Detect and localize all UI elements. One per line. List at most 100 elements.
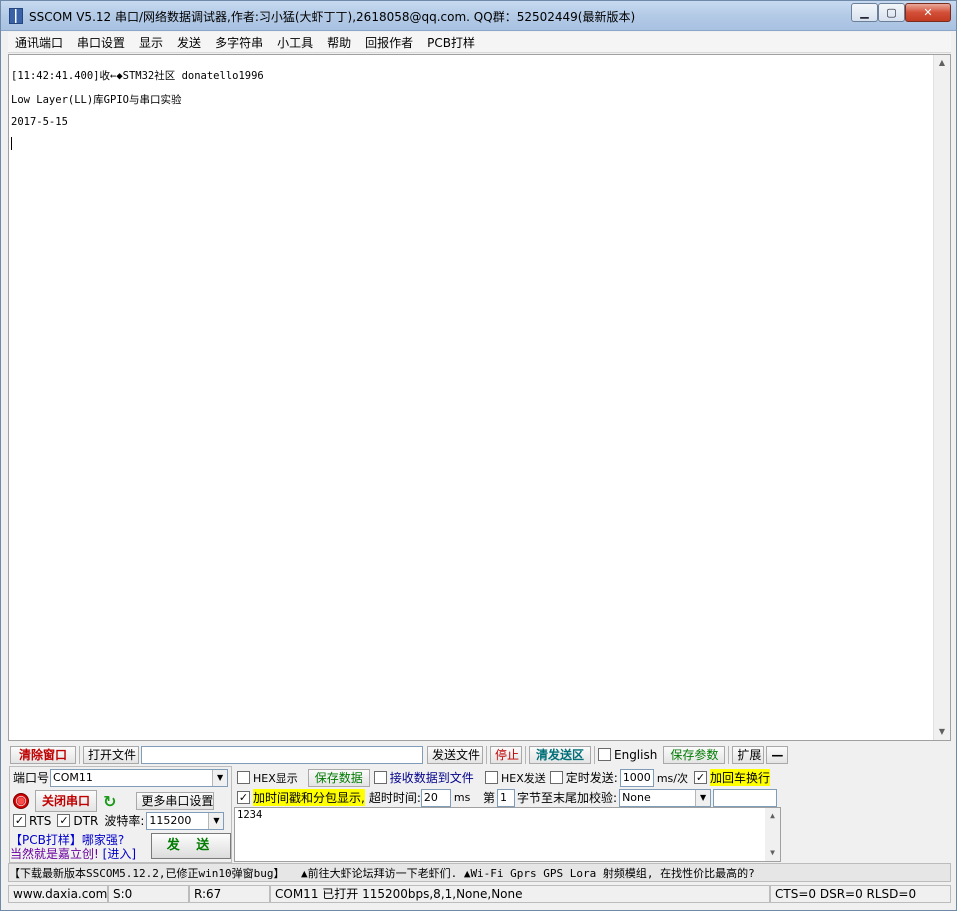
- text-caret: [11, 137, 12, 150]
- send-button[interactable]: 发 送: [151, 833, 231, 859]
- more-settings-button[interactable]: 更多串口设置: [136, 792, 215, 810]
- action-toolbar: 清除窗口 打开文件 发送文件 停止 清发送区 English 保存参数 扩展 —: [10, 745, 950, 764]
- notice-text[interactable]: 【下载最新版本SSCOM5.12.2,已修正win10弹窗bug】 ▲前往大虾论…: [9, 865, 755, 881]
- timestamp-checkbox[interactable]: ✓: [237, 791, 250, 804]
- enter-link[interactable]: [进入]: [103, 847, 136, 861]
- status-received-count: R:67: [189, 885, 270, 903]
- port-row: 端口号 COM11 ▼: [13, 768, 229, 787]
- english-label: English: [614, 747, 658, 762]
- status-port-state: COM11 已打开 115200bps,8,1,None,None: [270, 885, 770, 903]
- menu-pcb[interactable]: PCB打样: [420, 34, 482, 51]
- dtr-label: DTR: [73, 813, 99, 828]
- window-title: SSCOM V5.12 串口/网络数据调试器,作者:习小猛(大虾丁丁),2618…: [29, 10, 636, 24]
- maximize-button[interactable]: ▢: [878, 3, 905, 22]
- chevron-down-icon[interactable]: ▼: [695, 789, 711, 806]
- open-file-button[interactable]: 打开文件: [83, 745, 139, 764]
- expand-button[interactable]: 扩展: [732, 745, 765, 764]
- send-options-row: HEX发送 定时发送: 1000 ms/次 ✓ 加回车换行: [485, 768, 770, 787]
- checksum-extra-field[interactable]: [713, 788, 778, 807]
- chevron-down-icon[interactable]: ▼: [212, 769, 228, 786]
- timeout-label: 超时时间:: [368, 791, 421, 805]
- receive-line: 2017-5-15: [11, 116, 68, 128]
- clear-send-button[interactable]: 清发送区: [529, 745, 591, 764]
- display-options-row: HEX显示 保存数据 接收数据到文件: [237, 768, 474, 787]
- send-scrollbar[interactable]: ▲ ▼: [765, 808, 780, 861]
- rts-checkbox[interactable]: ✓: [13, 814, 26, 827]
- scroll-down-arrow-icon[interactable]: ▼: [934, 724, 950, 740]
- port-status-icon: [13, 793, 29, 809]
- send-text-area[interactable]: 1234 ▲ ▼: [234, 807, 781, 862]
- pcb-ad: 【PCB打样】哪家强? 当然就是嘉立创! [进入]: [10, 833, 136, 861]
- close-button[interactable]: ✕: [905, 3, 951, 22]
- timestamp-label: 加时间戳和分包显示,: [253, 789, 365, 806]
- add-crlf-checkbox[interactable]: ✓: [693, 771, 707, 784]
- divider: [594, 745, 595, 764]
- timeout-input[interactable]: 20: [420, 788, 451, 807]
- divider: [486, 745, 487, 764]
- receive-area[interactable]: [11:42:41.400]收←◆STM32社区 donatello1996 L…: [8, 54, 951, 741]
- clear-window-button[interactable]: 清除窗口: [10, 745, 76, 764]
- save-data-button[interactable]: 保存数据: [307, 768, 370, 787]
- menu-multi-string[interactable]: 多字符串: [208, 34, 270, 51]
- hex-display-checkbox[interactable]: [237, 771, 250, 784]
- flow-control-row: ✓ RTS ✓ DTR 波特率: 115200 ▼: [13, 811, 225, 830]
- recv-to-file-checkbox[interactable]: [373, 771, 387, 784]
- divider: [79, 745, 80, 764]
- baud-select[interactable]: 115200 ▼: [146, 811, 225, 830]
- english-checkbox[interactable]: [598, 748, 611, 761]
- status-signals: CTS=0 DSR=0 RLSD=0: [770, 885, 951, 903]
- hex-display-label: HEX显示: [253, 771, 298, 785]
- checksum-select[interactable]: None ▼: [619, 788, 712, 807]
- pcb-ad-line1[interactable]: 【PCB打样】哪家强?: [10, 833, 136, 847]
- add-crlf-label: 加回车换行: [709, 769, 770, 786]
- scroll-up-arrow-icon[interactable]: ▲: [934, 55, 950, 71]
- receive-text: [11:42:41.400]收←◆STM32社区 donatello1996 L…: [11, 68, 931, 150]
- app-icon: [9, 8, 23, 24]
- receive-line: [11:42:41.400]收←◆STM32社区 donatello1996: [11, 70, 264, 82]
- save-params-button[interactable]: 保存参数: [663, 745, 726, 764]
- byte-input[interactable]: 1: [497, 788, 516, 807]
- status-bar: www.daxia.com S:0 R:67 COM11 已打开 115200b…: [8, 884, 951, 904]
- receive-scrollbar[interactable]: ▲ ▼: [933, 55, 950, 740]
- rts-label: RTS: [29, 813, 52, 828]
- port-select[interactable]: COM11 ▼: [50, 768, 229, 787]
- send-file-button[interactable]: 发送文件: [427, 745, 483, 764]
- timed-send-checkbox[interactable]: [549, 771, 563, 784]
- timed-send-label: 定时发送:: [565, 771, 618, 785]
- byte-suffix: 字节至末尾加校验:: [517, 791, 618, 805]
- file-path-input[interactable]: [141, 745, 423, 764]
- hex-send-label: HEX发送: [501, 771, 546, 785]
- status-site: www.daxia.com: [8, 885, 108, 903]
- menu-bar: 通讯端口 串口设置 显示 发送 多字符串 小工具 帮助 回报作者 PCB打样: [8, 32, 951, 53]
- stop-button[interactable]: 停止: [490, 745, 522, 764]
- recv-to-file-label[interactable]: 接收数据到文件: [390, 769, 474, 786]
- chevron-down-icon[interactable]: ▼: [208, 812, 224, 829]
- dtr-checkbox[interactable]: ✓: [57, 814, 71, 827]
- checksum-row: 第 1 字节至末尾加校验: None ▼: [483, 788, 778, 807]
- refresh-icon[interactable]: ↻: [103, 792, 116, 811]
- menu-serial-settings[interactable]: 串口设置: [70, 34, 132, 51]
- baud-label: 波特率:: [104, 814, 145, 828]
- pcb-ad-line2[interactable]: 当然就是嘉立创!: [10, 847, 99, 861]
- close-port-row: 关闭串口 ↻ 更多串口设置: [13, 790, 215, 812]
- menu-send[interactable]: 发送: [170, 34, 208, 51]
- scroll-down-arrow-icon[interactable]: ▼: [765, 845, 780, 861]
- title-bar[interactable]: SSCOM V5.12 串口/网络数据调试器,作者:习小猛(大虾丁丁),2618…: [1, 1, 956, 31]
- menu-display[interactable]: 显示: [132, 34, 170, 51]
- minimize-button[interactable]: ▁: [851, 3, 878, 22]
- menu-comm-port[interactable]: 通讯端口: [8, 34, 70, 51]
- menu-tools[interactable]: 小工具: [270, 34, 320, 51]
- port-label: 端口号: [13, 771, 50, 785]
- notice-bar: 【下载最新版本SSCOM5.12.2,已修正win10弹窗bug】 ▲前往大虾论…: [8, 863, 951, 882]
- byte-prefix: 第: [483, 791, 496, 805]
- receive-line: Low Layer(LL)库GPIO与串口实验: [11, 94, 182, 106]
- menu-help[interactable]: 帮助: [320, 34, 358, 51]
- hex-send-checkbox[interactable]: [485, 771, 498, 784]
- menu-feedback[interactable]: 回报作者: [358, 34, 420, 51]
- send-text: 1234: [237, 809, 263, 821]
- checksum-select-value: None: [622, 790, 651, 804]
- interval-input[interactable]: 1000: [619, 768, 654, 787]
- collapse-button[interactable]: —: [766, 745, 789, 764]
- scroll-up-arrow-icon[interactable]: ▲: [765, 808, 780, 824]
- close-port-button[interactable]: 关闭串口: [35, 790, 97, 812]
